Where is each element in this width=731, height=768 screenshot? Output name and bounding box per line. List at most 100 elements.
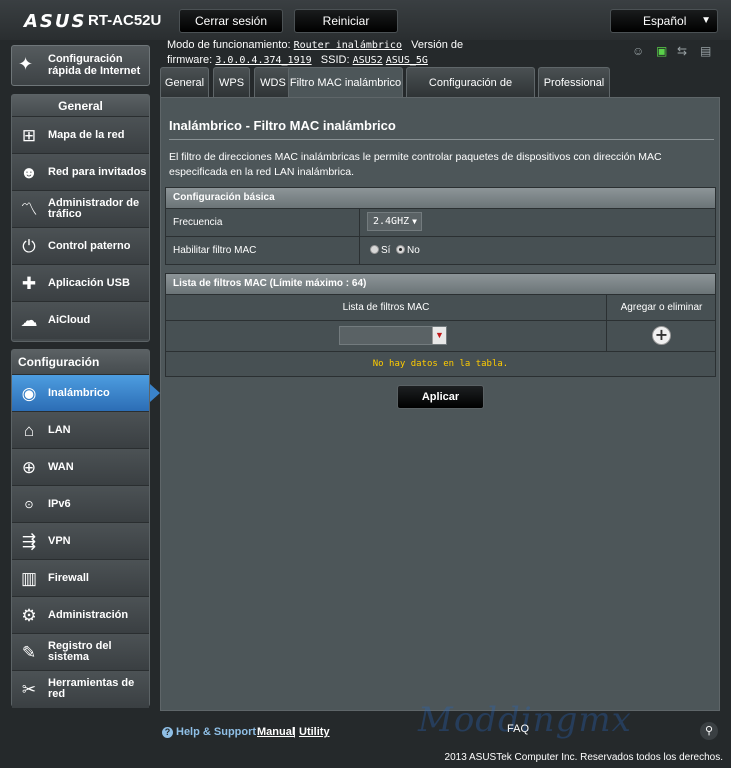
frequency-value: 2.4GHZ (373, 216, 410, 227)
system-log-icon: ✎ (21, 643, 37, 662)
copyright: 2013 ASUSTek Computer Inc. Reservados to… (444, 752, 723, 763)
title-divider (169, 139, 714, 140)
language-value: Español (643, 14, 687, 28)
firewall-icon: ▥ (20, 569, 38, 588)
sidebar-general-title: General (12, 95, 149, 117)
sidebar-advanced: Configuración avanzada ◉ Inalámbrico ⌂ L… (11, 349, 160, 708)
sidebar-item-label: Administración (48, 608, 129, 621)
sidebar-item-usb-app[interactable]: ✚ Aplicación USB (12, 265, 149, 302)
asus-logo: ASUS (24, 11, 87, 32)
add-cell: + (606, 321, 716, 351)
sidebar-advanced-title: Configuración avanzada (12, 350, 149, 394)
language-select[interactable]: Español ▼ (610, 9, 718, 33)
sidebar-item-traffic-manager[interactable]: 〽 Administrador de tráfico (12, 191, 149, 228)
sidebar-item-label: Administrador de tráfico (48, 197, 140, 220)
tab-wps[interactable]: WPS (213, 67, 250, 97)
chevron-down-icon: ▼ (701, 15, 711, 26)
sidebar-item-label: VPN (48, 534, 71, 547)
sidebar-item-label: Aplicación USB (48, 276, 130, 289)
sidebar-item-wan[interactable]: ⊕ WAN (12, 449, 149, 486)
enable-no-radio[interactable]: No (396, 245, 420, 256)
page-description: El filtro de direcciones MAC inalámbrica… (169, 151, 662, 178)
network-map-icon: ⊞ (21, 126, 37, 145)
sidebar-item-firewall[interactable]: ▥ Firewall (12, 560, 149, 597)
footer-separator: | (293, 726, 296, 738)
tab-radius[interactable]: Configuración de RADIUS (406, 67, 535, 119)
manual-link[interactable]: Manual (257, 726, 295, 738)
mac-list-column-headers: Lista de filtros MAC Agregar o eliminar (166, 294, 715, 320)
usb-app-icon: ✚ (21, 274, 37, 293)
footer: ? Help & Support Manual | Utility FAQ ⚲ (160, 718, 720, 744)
frequency-select[interactable]: 2.4GHZ ▼ (367, 212, 422, 231)
sidebar-item-administration[interactable]: ⚙ Administración (12, 597, 149, 634)
magic-wand-icon: ✦ (18, 54, 34, 74)
sidebar-item-lan[interactable]: ⌂ LAN (12, 412, 149, 449)
sidebar-item-label: WAN (48, 460, 74, 473)
sidebar-item-network-tools[interactable]: ✂ Herramientas de red (12, 671, 149, 708)
yes-label: Sí (381, 245, 391, 256)
quick-setup-button[interactable]: ✦ Configuración rápida de Internet (11, 45, 150, 86)
basic-config-header: Configuración básica (166, 188, 715, 208)
sidebar-item-wireless[interactable]: ◉ Inalámbrico (12, 375, 160, 412)
utility-link[interactable]: Utility (299, 726, 330, 738)
sidebar-item-vpn[interactable]: ⇶ VPN (12, 523, 149, 560)
home-icon: ⌂ (23, 421, 35, 440)
mac-filter-list-table: Lista de filtros MAC (Límite máximo : 64… (165, 273, 716, 377)
search-icon[interactable]: ⚲ (700, 722, 718, 740)
ssid-label: SSID: (320, 54, 350, 66)
apply-button[interactable]: Aplicar (397, 385, 484, 409)
mode-link[interactable]: Router inalámbrico (294, 40, 402, 51)
status-icons: ☺ ▣ ⇆ ▤ (630, 44, 720, 60)
sidebar-general: General ⊞ Mapa de la red ☻ Red para invi… (11, 94, 150, 342)
sidebar-item-parental-control[interactable]: ⏻ Control paterno (12, 228, 149, 265)
help-support[interactable]: ? Help & Support (162, 726, 256, 738)
quick-setup-label: Configuración rápida de Internet (48, 53, 141, 77)
usb-status-icon[interactable]: ⇆ (677, 44, 687, 58)
sidebar-item-system-log[interactable]: ✎ Registro del sistema (12, 634, 149, 671)
ipv6-icon: ⊙ (24, 499, 34, 511)
radio-on-icon (396, 245, 405, 254)
enable-yes-radio[interactable]: Sí (370, 245, 390, 256)
status-info: Modo de funcionamiento: Router inalámbri… (167, 38, 467, 68)
tab-general[interactable]: General (160, 67, 209, 97)
sidebar-item-ipv6[interactable]: ⊙ IPv6 (12, 486, 149, 523)
sidebar-item-label: IPv6 (48, 497, 71, 510)
top-bar: ASUS RT-AC52U Cerrar sesión Reiniciar Es… (0, 0, 731, 40)
faq-label: FAQ (507, 723, 530, 735)
aicloud-icon: ☁ (20, 311, 38, 330)
ssid-link-1[interactable]: ASUS2 (353, 55, 383, 66)
reboot-button[interactable]: Reiniciar (294, 9, 398, 33)
clients-icon[interactable]: ☺ (632, 44, 644, 58)
sidebar-item-label: Inalámbrico (48, 386, 110, 399)
sidebar-item-label: Control paterno (48, 239, 131, 252)
main-panel: Inalámbrico - Filtro MAC inalámbrico El … (160, 97, 720, 711)
chevron-down-icon: ▼ (412, 217, 417, 226)
administration-icon: ⚙ (21, 606, 37, 625)
frequency-row: Frecuencia 2.4GHZ ▼ (166, 208, 715, 236)
enable-filter-row: Habilitar filtro MAC Sí No (166, 236, 715, 264)
sidebar-item-network-map[interactable]: ⊞ Mapa de la red (12, 117, 149, 154)
ssid-link-2[interactable]: ASUS_5G (386, 55, 428, 66)
radio-off-icon (370, 245, 379, 254)
frequency-cell: 2.4GHZ ▼ (359, 209, 717, 236)
traffic-manager-icon: 〽 (20, 200, 38, 219)
tab-wds[interactable]: WDS (254, 67, 292, 97)
logout-button[interactable]: Cerrar sesión (179, 9, 283, 33)
add-icon[interactable]: + (652, 326, 671, 345)
tab-professional[interactable]: Professional (538, 67, 610, 97)
help-label: Help & Support (176, 726, 257, 738)
sidebar-item-guest-network[interactable]: ☻ Red para invitados (12, 154, 149, 191)
basic-config-table: Configuración básica Frecuencia 2.4GHZ ▼… (165, 187, 716, 265)
help-icon: ? (162, 727, 173, 738)
internet-status-icon[interactable]: ▣ (656, 44, 667, 58)
mac-address-input[interactable]: ▼ (339, 326, 447, 345)
empty-table-message: No hay datos en la tabla. (166, 351, 715, 376)
sidebar-item-label: Herramientas de red (48, 677, 135, 700)
dropdown-arrow-icon[interactable]: ▼ (432, 327, 446, 344)
sidebar-item-label: Red para invitados (48, 165, 147, 178)
firmware-link[interactable]: 3.0.0.4.374_1919 (215, 55, 311, 66)
tab-mac-filter[interactable]: Filtro MAC inalámbrico (288, 67, 403, 97)
model-name: RT-AC52U (88, 12, 162, 29)
sidebar-item-aicloud[interactable]: ☁ AiCloud (12, 302, 149, 339)
printer-icon[interactable]: ▤ (700, 44, 711, 58)
